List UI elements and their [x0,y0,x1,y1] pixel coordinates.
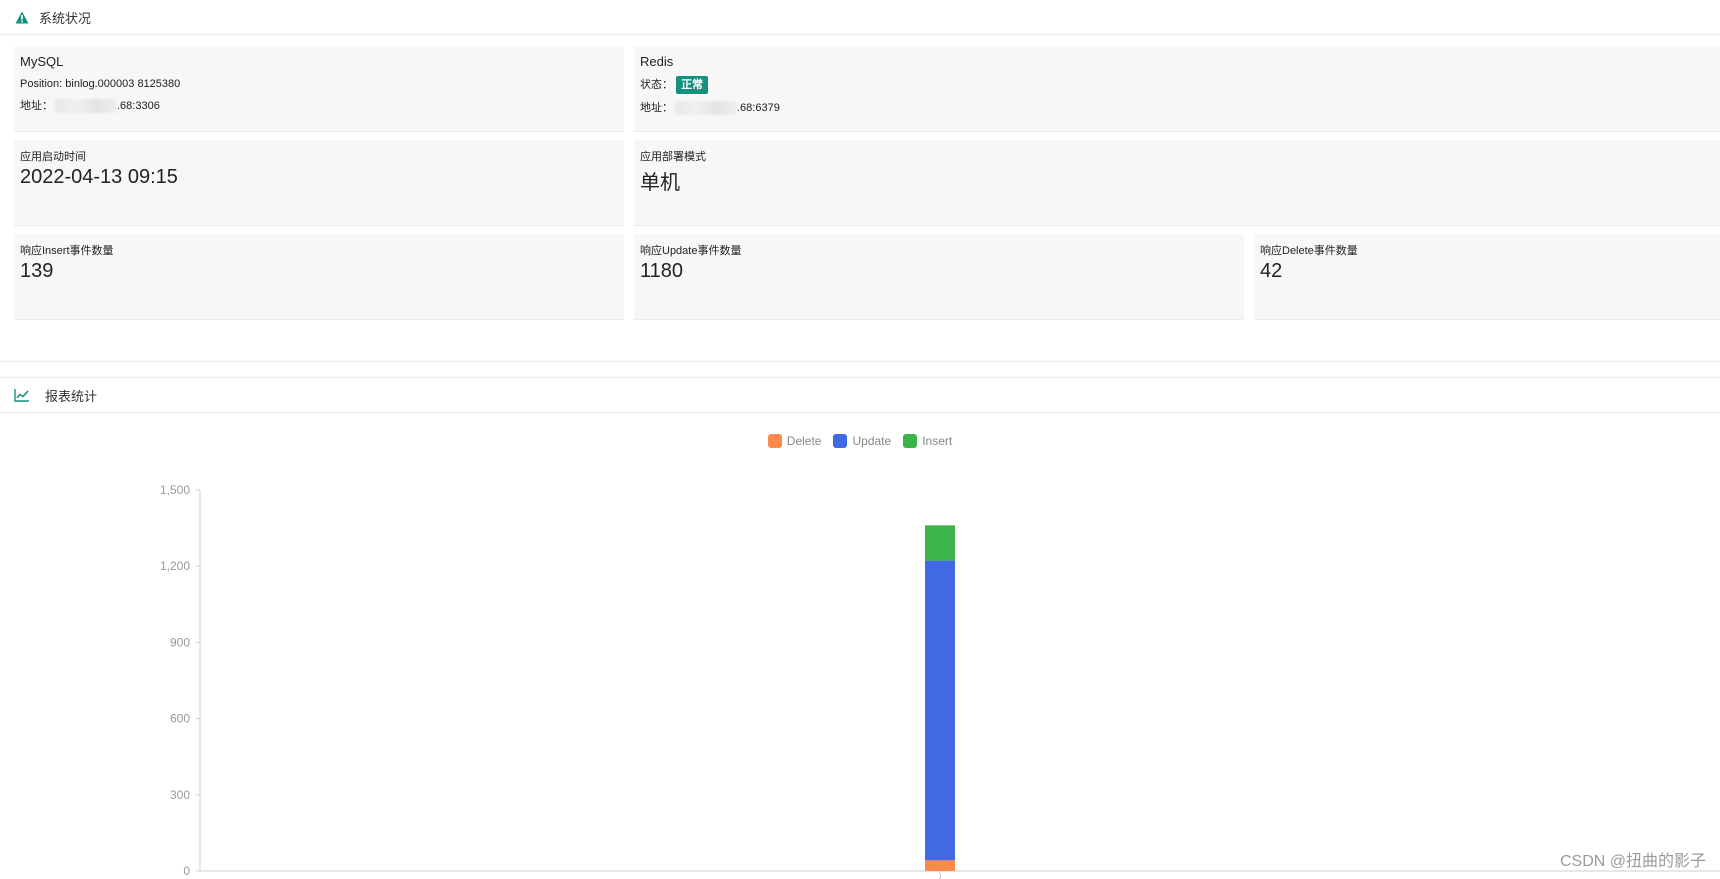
redis-status: 状态： 正常 [640,75,1714,95]
mysql-position: Position: binlog.000003 8125380 [20,75,618,93]
mysql-card: MySQL Position: binlog.000003 8125380 地址… [14,46,624,132]
bar-insert[interactable] [925,525,955,561]
legend-label-update: Update [852,434,892,448]
delete-count-card: 响应Delete事件数量 42 [1254,234,1720,320]
x-tick-label: / [939,873,942,879]
deploy-mode-card: 应用部署模式 单机 [634,140,1720,226]
app-start-value: 2022-04-13 09:15 [20,166,178,188]
app-start-label: 应用启动时间 [20,151,86,163]
status-badge: 正常 [676,76,709,95]
mysql-address: 地址： .68:3306 [20,93,618,119]
redis-title: Redis [640,54,674,69]
legend-swatch-delete [767,434,782,448]
report-header: 报表统计 [0,377,1720,413]
redis-address-label: 地址： [640,102,673,114]
update-count-value: 1180 [640,260,684,282]
legend-swatch-update [833,434,848,448]
y-tick-label: 1,500 [160,483,190,497]
legend-swatch-insert [903,434,918,448]
warning-icon [13,8,31,26]
mysql-position-value: binlog.000003 8125380 [65,78,181,90]
redis-status-label: 状态： [640,79,673,91]
section-divider [0,361,1720,362]
chart-axes: 0 300 600 900 1,200 1,500 / [160,483,1720,879]
legend-label-delete: Delete [786,434,822,448]
update-count-label: 响应Update事件数量 [640,245,742,257]
deploy-mode-value: 单机 [640,172,680,194]
y-tick-label: 900 [170,635,190,649]
legend-item-delete[interactable]: Delete [767,434,822,448]
redis-address: 地址： .68:6379 [640,95,1714,121]
line-chart-icon [13,386,31,404]
watermark: CSDN @扭曲的影子 [1559,853,1706,870]
legend-item-insert[interactable]: Insert [903,434,952,448]
redis-card: Redis 状态： 正常 地址： .68:6379 [634,46,1720,132]
system-status-title: 系统状况 [39,10,92,26]
delete-count-value: 42 [1260,260,1283,282]
legend-item-update[interactable]: Update [833,434,891,448]
bar-delete[interactable] [925,860,955,871]
report-title: 报表统计 [45,388,98,404]
insert-count-card: 响应Insert事件数量 139 [14,234,624,320]
insert-count-label: 响应Insert事件数量 [20,245,114,257]
redis-address-value: .68:6379 [737,102,780,114]
y-tick-label: 1,200 [160,559,190,573]
y-tick-label: 300 [170,788,190,802]
redacted-ip [675,101,737,116]
y-tick-label: 600 [170,712,190,726]
mysql-address-value: .68:3306 [117,100,160,112]
insert-count-value: 139 [20,260,54,282]
mysql-address-label: 地址： [20,100,53,112]
chart-legend: Delete Update Insert [0,434,1720,448]
app-start-card: 应用启动时间 2022-04-13 09:15 [14,140,624,226]
delete-count-label: 响应Delete事件数量 [1260,245,1358,257]
update-count-card: 响应Update事件数量 1180 [634,234,1244,320]
deploy-mode-label: 应用部署模式 [640,151,706,163]
y-tick-label: 0 [183,864,190,878]
bar-update[interactable] [925,560,955,861]
redacted-ip [55,99,117,114]
mysql-title: MySQL [20,54,64,69]
system-status-header: 系统状况 [0,0,1720,35]
mysql-position-label: Position: [20,78,63,90]
chart-bars [925,525,955,871]
legend-label-insert: Insert [922,434,953,448]
